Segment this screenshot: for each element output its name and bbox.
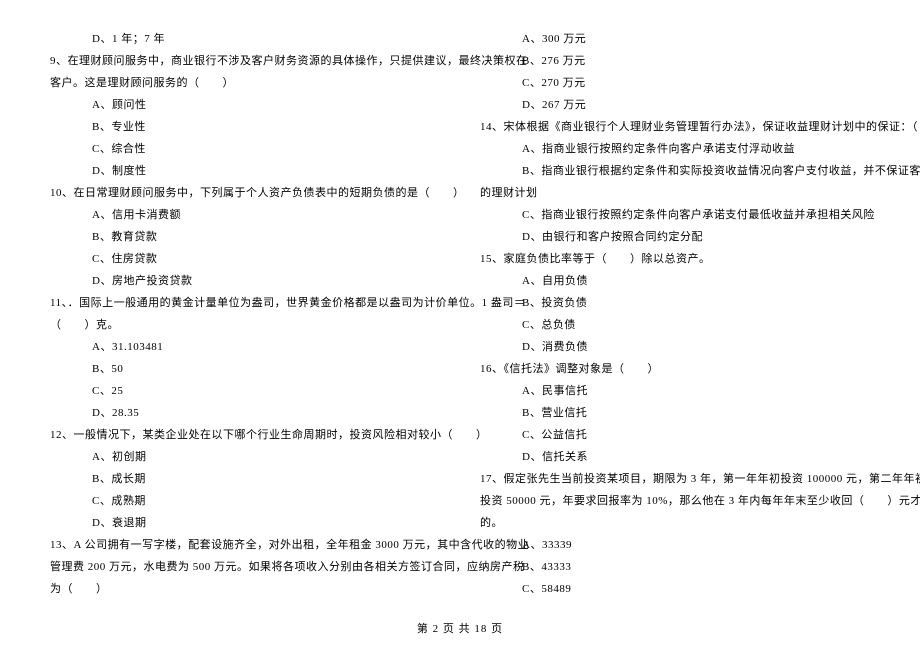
question-stem: 客户。这是理财顾问服务的（ ）	[50, 72, 440, 94]
option: C、综合性	[50, 138, 440, 160]
option: C、58489	[480, 578, 870, 600]
question-stem: 10、在日常理财顾问服务中，下列属于个人资产负债表中的短期负债的是（ ）	[50, 182, 440, 204]
option: D、由银行和客户按照合同约定分配	[480, 226, 870, 248]
option: A、初创期	[50, 446, 440, 468]
question-stem: 17、假定张先生当前投资某项目，期限为 3 年，第一年年初投资 100000 元…	[480, 468, 870, 490]
option: B、成长期	[50, 468, 440, 490]
option: A、信用卡消费额	[50, 204, 440, 226]
left-column: D、1 年；7 年 9、在理财顾问服务中，商业银行不涉及客户财务资源的具体操作，…	[50, 28, 440, 600]
option: D、衰退期	[50, 512, 440, 534]
option: D、制度性	[50, 160, 440, 182]
option: D、房地产投资贷款	[50, 270, 440, 292]
option: A、指商业银行按照约定条件向客户承诺支付浮动收益	[480, 138, 870, 160]
option: B、教育贷款	[50, 226, 440, 248]
option: A、31.103481	[50, 336, 440, 358]
option: A、300 万元	[480, 28, 870, 50]
question-stem: 管理费 200 万元，水电费为 500 万元。如果将各项收入分别由各相关方签订合…	[50, 556, 440, 578]
option: B、投资负债	[480, 292, 870, 314]
option: B、营业信托	[480, 402, 870, 424]
option-cont: 的理财计划	[480, 182, 870, 204]
question-stem: 13、A 公司拥有一写字楼，配套设施齐全，对外出租，全年租金 3000 万元，其…	[50, 534, 440, 556]
option: A、自用负债	[480, 270, 870, 292]
option: C、成熟期	[50, 490, 440, 512]
option: A、民事信托	[480, 380, 870, 402]
option: D、28.35	[50, 402, 440, 424]
option: C、住房贷款	[50, 248, 440, 270]
option: B、50	[50, 358, 440, 380]
option: B、276 万元	[480, 50, 870, 72]
question-stem: 12、一般情况下，某类企业处在以下哪个行业生命周期时，投资风险相对较小（ ）	[50, 424, 440, 446]
option: B、专业性	[50, 116, 440, 138]
page-footer: 第 2 页 共 18 页	[0, 620, 920, 636]
option: C、公益信托	[480, 424, 870, 446]
page-content: D、1 年；7 年 9、在理财顾问服务中，商业银行不涉及客户财务资源的具体操作，…	[50, 28, 870, 600]
option: C、指商业银行按照约定条件向客户承诺支付最低收益并承担相关风险	[480, 204, 870, 226]
question-stem: 11、．国际上一般通用的黄金计量单位为盎司，世界黄金价格都是以盎司为计价单位。1…	[50, 292, 440, 314]
option: C、总负债	[480, 314, 870, 336]
question-stem: 14、宋体根据《商业银行个人理财业务管理暂行办法》，保证收益理财计划中的保证：（…	[480, 116, 870, 138]
option: B、指商业银行根据约定条件和实际投资收益情况向客户支付收益，并不保证客户本金安全	[480, 160, 870, 182]
question-stem: 的。	[480, 512, 870, 534]
option: A、33339	[480, 534, 870, 556]
question-stem: （ ）克。	[50, 314, 440, 336]
option: A、顾问性	[50, 94, 440, 116]
question-stem: 9、在理财顾问服务中，商业银行不涉及客户财务资源的具体操作，只提供建议，最终决策…	[50, 50, 440, 72]
question-stem: 为（ ）	[50, 578, 440, 600]
option: D、1 年；7 年	[50, 28, 440, 50]
option: D、消费负债	[480, 336, 870, 358]
option: B、43333	[480, 556, 870, 578]
question-stem: 15、家庭负债比率等于（ ）除以总资产。	[480, 248, 870, 270]
option: D、267 万元	[480, 94, 870, 116]
option: C、25	[50, 380, 440, 402]
right-column: A、300 万元 B、276 万元 C、270 万元 D、267 万元 14、宋…	[480, 28, 870, 600]
question-stem: 16、《信托法》调整对象是（ ）	[480, 358, 870, 380]
option: D、信托关系	[480, 446, 870, 468]
option: C、270 万元	[480, 72, 870, 94]
question-stem: 投资 50000 元，年要求回报率为 10%，那么他在 3 年内每年年末至少收回…	[480, 490, 870, 512]
